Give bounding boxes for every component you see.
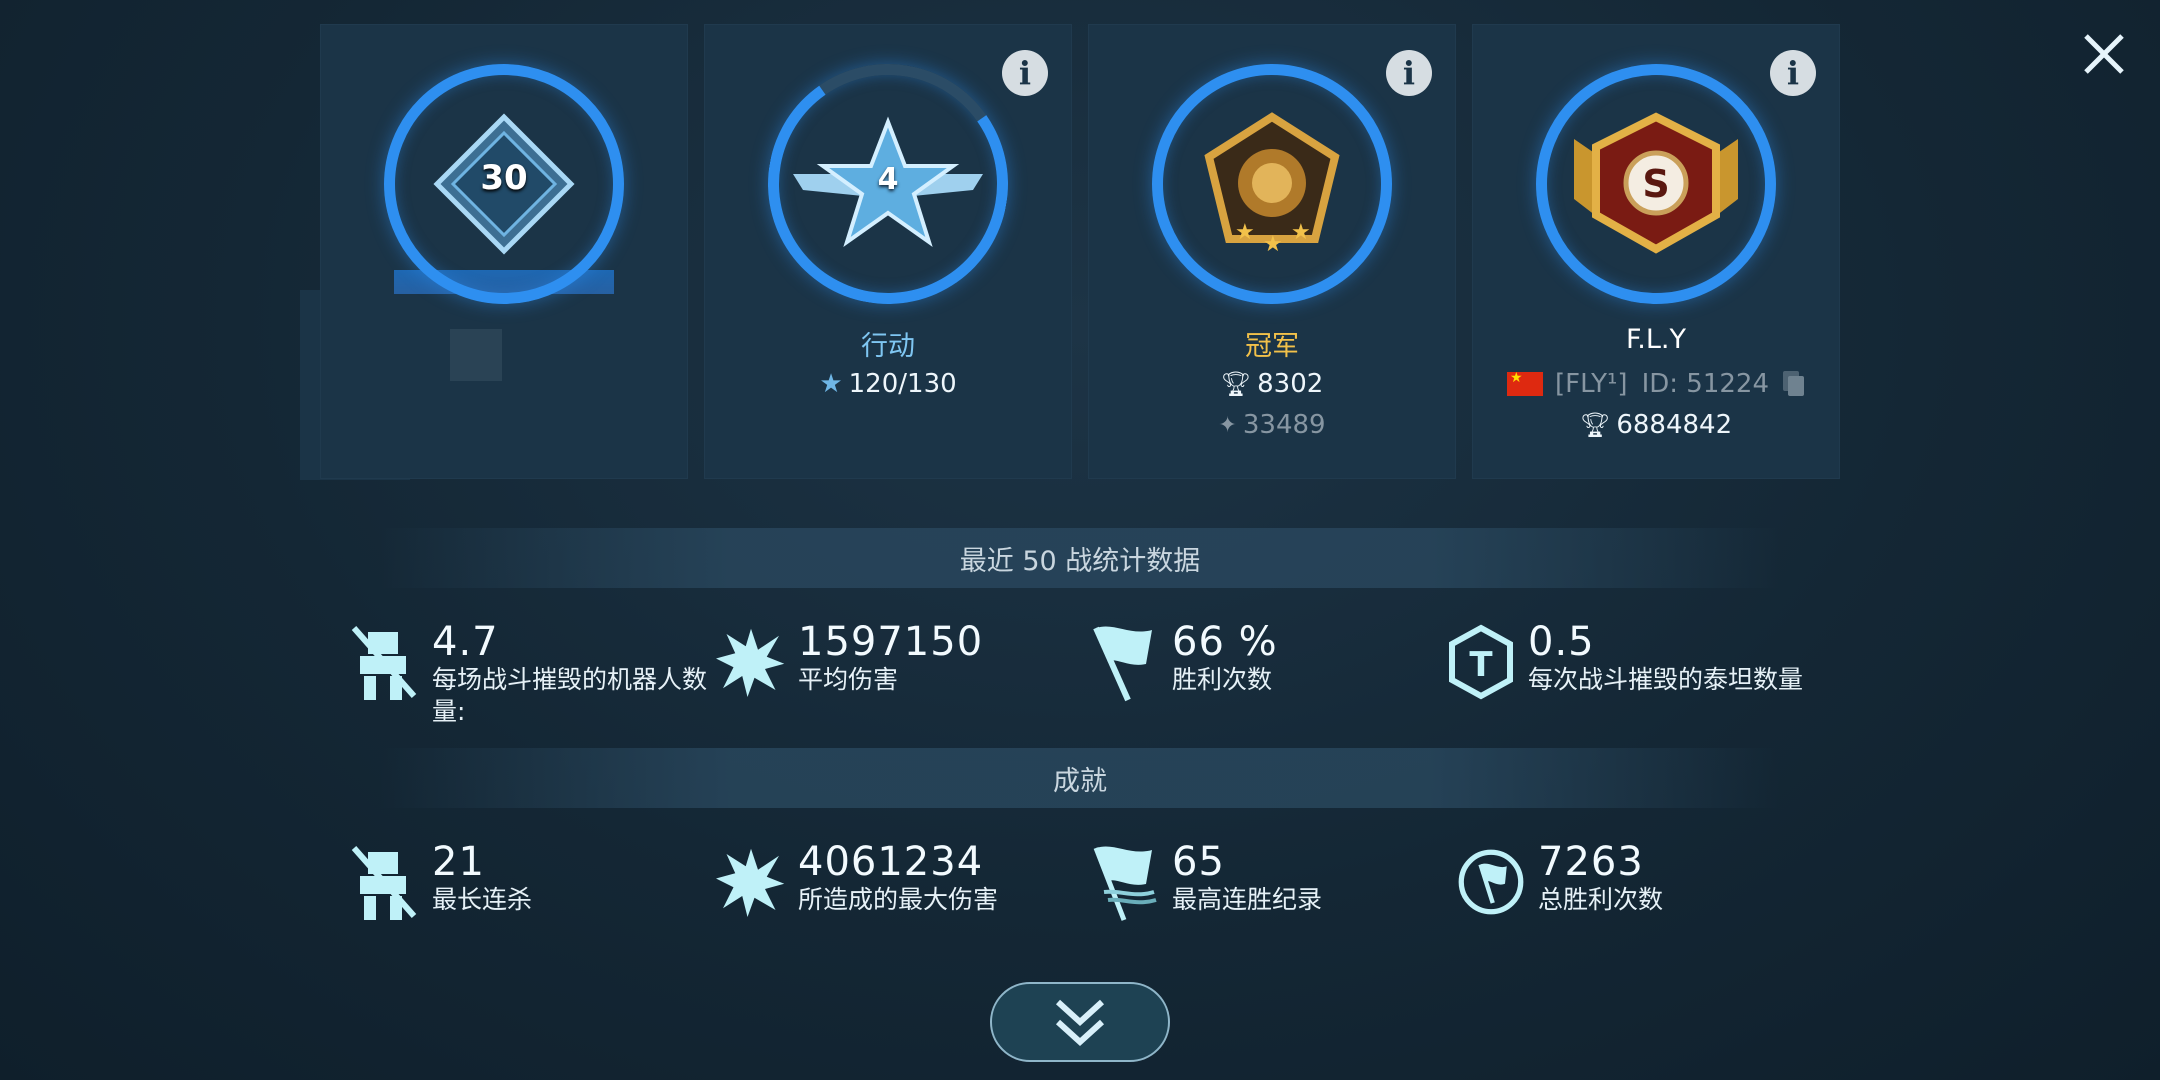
league-title: 冠军 (1245, 331, 1299, 362)
league-trophies: 🏆︎ 8302 (1220, 369, 1324, 399)
stat-wins: 66 % 胜利次数 (1090, 622, 1278, 702)
level-value: 30 (480, 158, 528, 198)
trophy-icon: 🏆︎ (1579, 411, 1611, 439)
info-button[interactable]: i (1386, 50, 1432, 96)
svg-text:★: ★ (1235, 220, 1255, 245)
player-identity: [FLY¹] ID: 51224 (1472, 369, 1840, 399)
rank-s-badge-icon: S (1536, 64, 1776, 304)
recent-stats-header: 最近 50 战统计数据 (380, 528, 1780, 588)
player-id: ID: 51224 (1641, 369, 1770, 399)
clan-tag: [FLY¹] (1554, 369, 1628, 399)
triple-flag-icon (1093, 846, 1157, 921)
svg-text:T: T (1469, 645, 1493, 685)
level-card[interactable]: 30 (320, 24, 688, 479)
operation-card[interactable]: i 4 行动 ★ 120/130 (704, 24, 1072, 479)
player-name: F.L.Y (1626, 324, 1686, 355)
achievements-header: 成就 (380, 748, 1780, 808)
lion-league-icon: ★ ★ ★ (1152, 64, 1392, 304)
wings-icon: ✦ (1218, 412, 1237, 438)
svg-text:S: S (1642, 162, 1669, 206)
robot-destroyed-icon (351, 846, 417, 920)
operation-ring: 4 (748, 44, 1028, 324)
stat-robots-destroyed: 4.7 每场战斗摧毁的机器人数量: (350, 622, 720, 728)
trophy-icon: 🏆︎ (1220, 370, 1252, 398)
stat-titans-destroyed: T 0.5 每次战斗摧毁的泰坦数量 (1446, 622, 1803, 702)
info-button[interactable]: i (1002, 50, 1048, 96)
chevron-down-icon (1055, 999, 1105, 1047)
operation-title: 行动 (861, 331, 915, 362)
svg-text:★: ★ (1263, 232, 1283, 257)
achievement-total-wins: 7263 总胜利次数 (1456, 842, 1663, 922)
titan-icon: T (1449, 624, 1513, 700)
level-placeholder (450, 329, 502, 381)
player-ring: S (1536, 64, 1776, 304)
explosion-icon (716, 848, 785, 917)
level-ring: 30 (384, 64, 624, 304)
robot-destroyed-icon (351, 626, 417, 700)
player-trophies: 🏆︎ 6884842 (1579, 410, 1733, 440)
league-secondary: ✦ 33489 (1218, 410, 1326, 440)
explosion-icon (716, 628, 785, 697)
china-flag-icon (1506, 370, 1543, 396)
copy-icon[interactable] (1783, 371, 1805, 397)
close-icon[interactable] (2080, 30, 2128, 78)
league-card[interactable]: i ★ ★ ★ 冠军 🏆︎ 8302 ✦ 33489 (1088, 24, 1456, 479)
flag-circle-icon (1458, 849, 1524, 915)
achievement-win-streak: 65 最高连胜纪录 (1090, 842, 1322, 922)
star-icon: ★ (819, 369, 843, 399)
info-button[interactable]: i (1770, 50, 1816, 96)
expand-button[interactable] (990, 982, 1170, 1062)
league-ring: ★ ★ ★ (1152, 64, 1392, 304)
player-card[interactable]: i S F.L.Y [FLY¹] ID: 51224 🏆︎ 6884842 (1472, 24, 1840, 479)
stat-average-damage: 1597150 平均伤害 (716, 622, 983, 702)
flag-icon (1093, 626, 1152, 702)
achievement-kill-streak: 21 最长连杀 (350, 842, 532, 922)
svg-text:★: ★ (1291, 220, 1311, 245)
achievement-max-damage: 4061234 所造成的最大伤害 (716, 842, 998, 922)
operation-progress: ★ 120/130 (819, 369, 957, 399)
operation-rank: 4 (877, 162, 899, 197)
